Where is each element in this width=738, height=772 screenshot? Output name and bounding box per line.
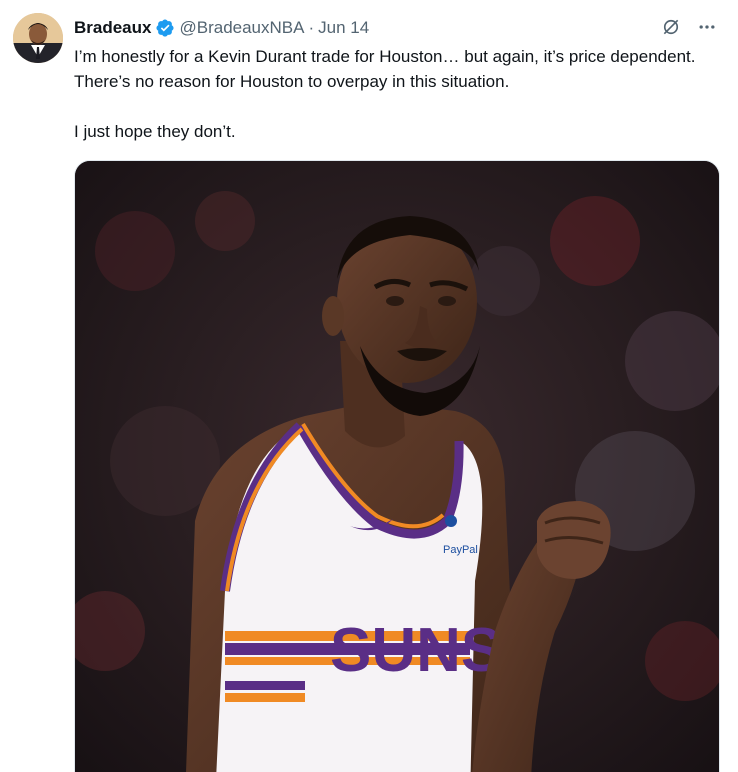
tweet-text: I’m honestly for a Kevin Durant trade fo… [74, 44, 714, 144]
jersey-wordmark: SUNS [330, 616, 502, 685]
tweet-header: Bradeaux @BradeauxNBA · Jun 14 [74, 16, 718, 40]
photo-basketball-player: SUNS PayPal [75, 161, 719, 772]
verified-badge-icon[interactable] [155, 18, 175, 38]
tweet-paragraph: I’m honestly for a Kevin Durant trade fo… [74, 47, 696, 91]
jersey-patch: PayPal [443, 544, 478, 556]
timestamp[interactable]: Jun 14 [318, 18, 369, 38]
tweet-card[interactable]: Bradeaux @BradeauxNBA · Jun 14 I’m hones… [0, 0, 738, 772]
separator-dot: · [308, 18, 315, 37]
handle[interactable]: @BradeauxNBA [179, 18, 304, 38]
grok-icon[interactable] [660, 16, 682, 38]
tweet-photo[interactable]: SUNS PayPal [74, 160, 720, 772]
tweet-paragraph: I just hope they don’t. [74, 122, 236, 141]
header-actions [660, 16, 718, 38]
avatar[interactable] [13, 13, 63, 63]
more-icon[interactable] [696, 16, 718, 38]
display-name[interactable]: Bradeaux [74, 18, 151, 38]
avatar-image [13, 13, 63, 63]
